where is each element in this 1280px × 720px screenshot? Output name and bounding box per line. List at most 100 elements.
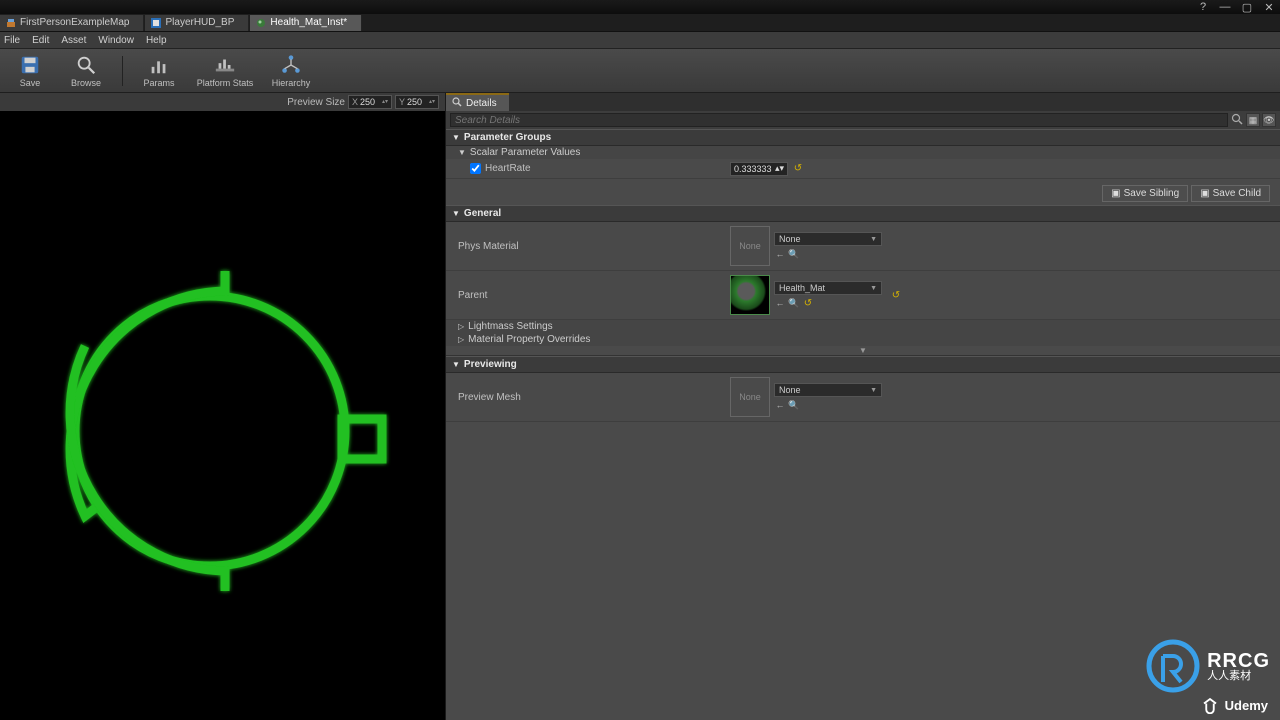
toolbar: Save Browse Params Platform Stats Hierar…: [0, 49, 1280, 93]
reset-to-default-icon[interactable]: ↺: [792, 163, 804, 175]
tab-label: FirstPersonExampleMap: [20, 17, 129, 28]
platform-stats-button[interactable]: Platform Stats: [191, 51, 259, 91]
spinner-icon[interactable]: ▴▾: [775, 163, 784, 174]
spinner-icon[interactable]: ▴▾: [429, 100, 435, 105]
phys-material-dropdown[interactable]: None ▼: [774, 232, 882, 246]
browse-asset-icon[interactable]: 🔍: [788, 399, 800, 411]
menu-bar: File Edit Asset Window Help: [0, 32, 1280, 49]
property-parent: Parent Health_Mat ▼ ← 🔍 ↺: [446, 271, 1280, 320]
level-icon: [6, 18, 16, 28]
property-preview-mesh: Preview Mesh None None ▼ ← 🔍: [446, 373, 1280, 422]
blueprint-icon: [151, 18, 161, 28]
toolbar-label: Save: [20, 78, 41, 88]
parent-dropdown[interactable]: Health_Mat ▼: [774, 281, 882, 295]
property-heartrate: HeartRate 0.333333 ▴▾ ↺: [446, 159, 1280, 179]
window-maximize-icon[interactable]: ▢: [1240, 1, 1254, 13]
heartrate-label: HeartRate: [446, 161, 724, 176]
phys-material-label: Phys Material: [446, 239, 724, 254]
advanced-expander[interactable]: ▼: [446, 346, 1280, 356]
tab-playerhud-bp[interactable]: PlayerHUD_BP: [145, 15, 249, 31]
window-minimize-icon[interactable]: —: [1218, 1, 1232, 13]
params-icon: [147, 54, 171, 76]
expand-arrow-icon: ▼: [452, 133, 460, 142]
chevron-down-icon: ▼: [870, 236, 877, 243]
eye-icon[interactable]: 👁: [1262, 113, 1276, 127]
menu-help[interactable]: Help: [146, 35, 167, 46]
save-icon: ▣: [1111, 188, 1120, 199]
details-panel: Details ▦ 👁 ▣ Save Sibling ▣ Save Chi: [446, 93, 1280, 720]
viewport-toolbar: Preview Size X250 ▴▾ Y250 ▴▾: [0, 93, 445, 111]
platform-stats-icon: [213, 54, 237, 76]
params-button[interactable]: Params: [135, 51, 183, 91]
category-parameter-groups[interactable]: ▼ Parameter Groups: [446, 129, 1280, 146]
parent-material-thumbnail[interactable]: [730, 275, 770, 315]
details-body: ▣ Save Sibling ▣ Save Child ▼ Parameter …: [446, 129, 1280, 720]
subcategory-scalar-parameter-values[interactable]: ▼ Scalar Parameter Values: [446, 146, 1280, 159]
preview-mesh-thumbnail[interactable]: None: [730, 377, 770, 417]
toolbar-divider: [122, 56, 123, 86]
browse-asset-icon[interactable]: 🔍: [788, 297, 800, 309]
menu-edit[interactable]: Edit: [32, 35, 49, 46]
tab-label: Health_Mat_Inst*: [270, 17, 347, 28]
toolbar-label: Hierarchy: [272, 78, 311, 88]
material-preview-viewport[interactable]: [0, 111, 445, 720]
use-selected-icon[interactable]: ←: [774, 297, 786, 309]
reset-to-default-icon[interactable]: ↺: [890, 289, 902, 301]
tab-label: PlayerHUD_BP: [165, 17, 234, 28]
save-sibling-button[interactable]: ▣ Save Sibling: [1102, 185, 1188, 202]
spinner-icon[interactable]: ▴▾: [382, 100, 388, 105]
menu-asset[interactable]: Asset: [61, 35, 86, 46]
expand-arrow-icon: ▼: [452, 360, 460, 369]
collapse-arrow-icon: ▷: [458, 335, 464, 344]
tab-health-mat-inst[interactable]: Health_Mat_Inst*: [250, 15, 362, 31]
material-preview-graphic: [30, 241, 410, 621]
category-general[interactable]: ▼ General: [446, 205, 1280, 222]
subcategory-lightmass-settings[interactable]: ▷ Lightmass Settings: [446, 320, 1280, 333]
toolbar-label: Platform Stats: [197, 78, 254, 88]
browse-button[interactable]: Browse: [62, 51, 110, 91]
menu-file[interactable]: File: [4, 35, 20, 46]
heartrate-value-input[interactable]: 0.333333 ▴▾: [730, 162, 788, 176]
category-previewing[interactable]: ▼ Previewing: [446, 356, 1280, 373]
chevron-down-icon: ▼: [870, 387, 877, 394]
parent-label: Parent: [446, 288, 724, 303]
details-tab-bar: Details: [446, 93, 1280, 111]
preview-mesh-dropdown[interactable]: None ▼: [774, 383, 882, 397]
save-button[interactable]: Save: [6, 51, 54, 91]
details-search-input[interactable]: [450, 113, 1228, 127]
subcategory-material-property-overrides[interactable]: ▷ Material Property Overrides: [446, 333, 1280, 346]
tab-firstperson-map[interactable]: FirstPersonExampleMap: [0, 15, 144, 31]
preview-size-y-input[interactable]: Y250 ▴▾: [395, 95, 439, 109]
use-selected-icon[interactable]: ←: [774, 399, 786, 411]
viewport-panel: Preview Size X250 ▴▾ Y250 ▴▾: [0, 93, 446, 720]
heartrate-checkbox[interactable]: [470, 163, 481, 174]
content-area: Preview Size X250 ▴▾ Y250 ▴▾: [0, 93, 1280, 720]
save-child-button[interactable]: ▣ Save Child: [1191, 185, 1270, 202]
reset-to-default-icon[interactable]: ↺: [802, 297, 814, 309]
toolbar-label: Params: [143, 78, 174, 88]
material-instance-icon: [256, 18, 266, 28]
window-question-icon[interactable]: ?: [1196, 1, 1210, 13]
save-icon: [18, 54, 42, 76]
save-icon: ▣: [1200, 188, 1209, 199]
tab-details[interactable]: Details: [446, 93, 509, 111]
details-icon: [452, 97, 462, 110]
title-bar: ? — ▢ ✕: [0, 0, 1280, 14]
phys-material-thumbnail[interactable]: None: [730, 226, 770, 266]
expand-arrow-icon: ▼: [458, 148, 466, 157]
rrcg-watermark-logo: RRCG 人人素材: [1145, 638, 1270, 694]
hierarchy-button[interactable]: Hierarchy: [267, 51, 315, 91]
collapse-arrow-icon: ▷: [458, 322, 464, 331]
preview-size-x-input[interactable]: X250 ▴▾: [348, 95, 392, 109]
window-close-icon[interactable]: ✕: [1262, 1, 1276, 13]
menu-window[interactable]: Window: [98, 35, 134, 46]
use-selected-icon[interactable]: ←: [774, 248, 786, 260]
browse-asset-icon[interactable]: 🔍: [788, 248, 800, 260]
toolbar-label: Browse: [71, 78, 101, 88]
udemy-watermark: Udemy: [1201, 696, 1268, 714]
document-tabs: FirstPersonExampleMap PlayerHUD_BP Healt…: [0, 14, 1280, 32]
details-tab-label: Details: [466, 98, 497, 109]
matrix-view-icon[interactable]: ▦: [1246, 113, 1260, 127]
property-phys-material: Phys Material None None ▼ ← 🔍: [446, 222, 1280, 271]
search-icon[interactable]: [1231, 113, 1243, 128]
